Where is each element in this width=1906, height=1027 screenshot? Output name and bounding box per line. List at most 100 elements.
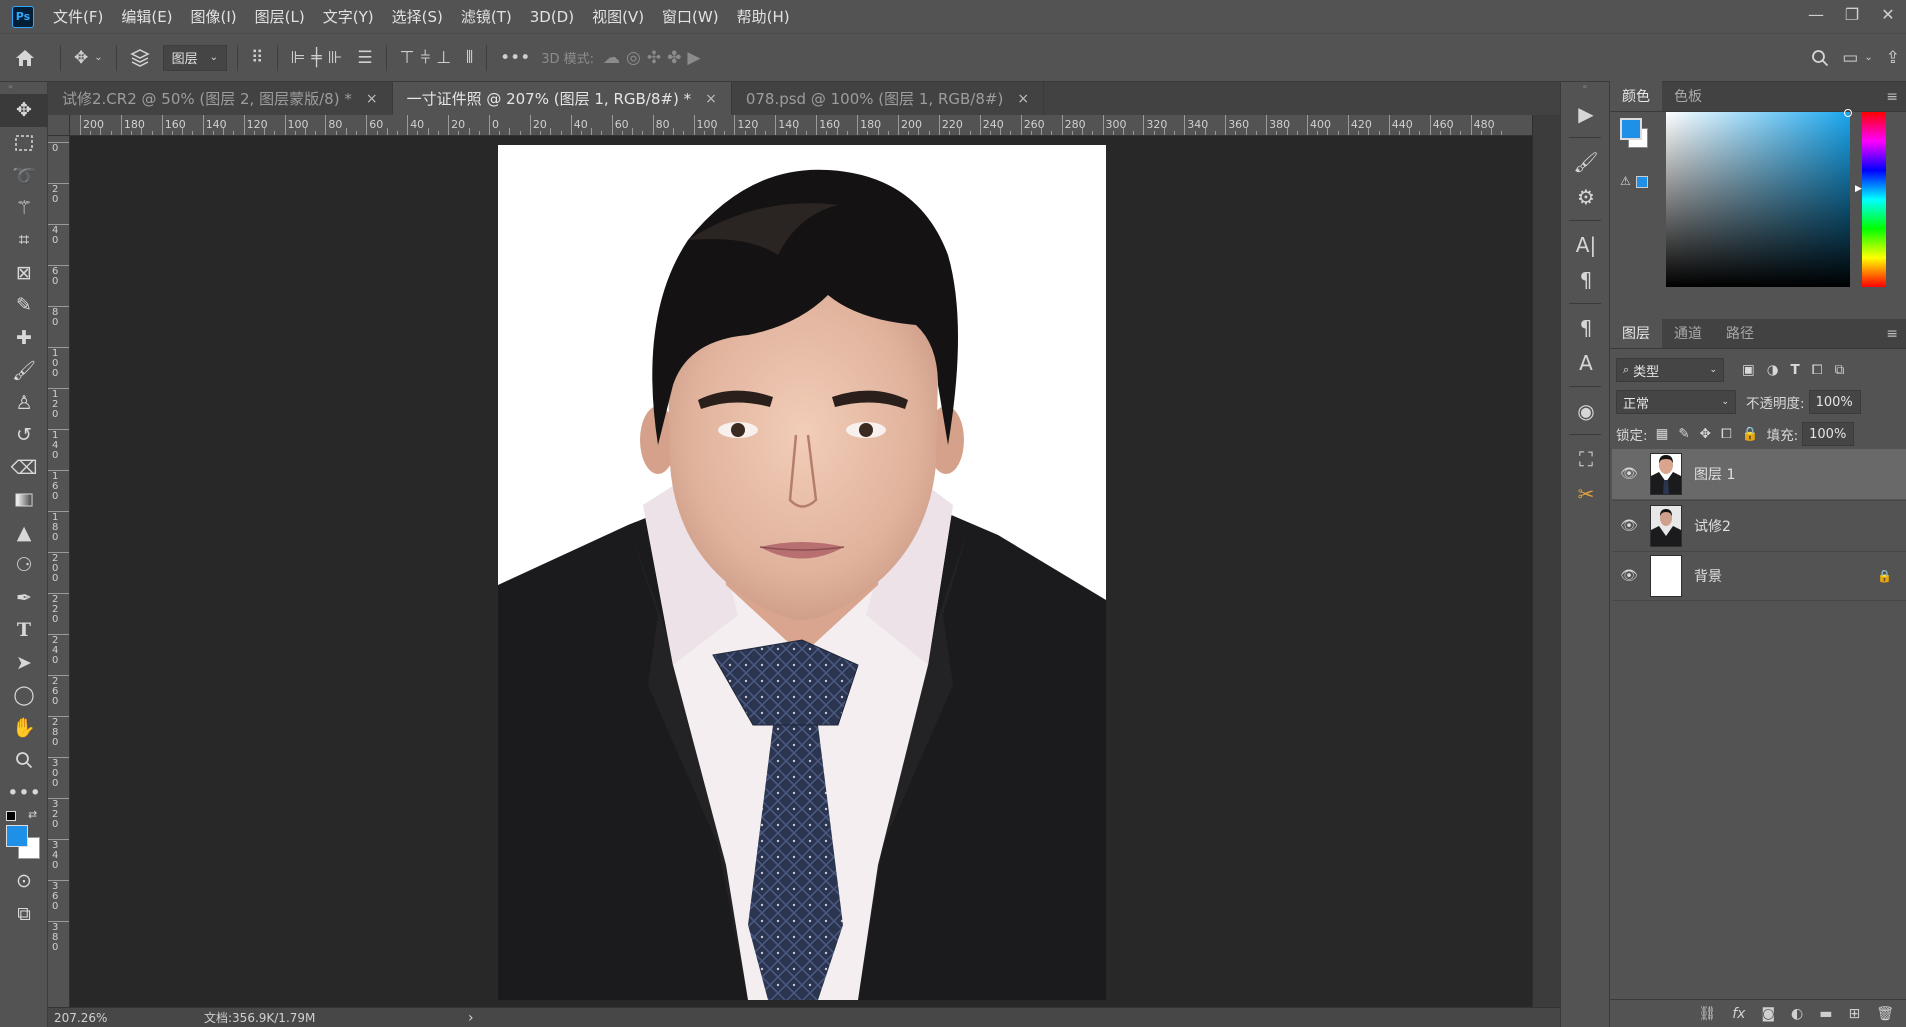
- vertical-scrollbar[interactable]: [1532, 115, 1560, 1027]
- layer-style-fx-icon[interactable]: fx: [1732, 1006, 1745, 1022]
- eraser-tool-icon[interactable]: ⌫: [0, 452, 48, 485]
- visibility-eye-icon[interactable]: 👁: [1612, 466, 1646, 482]
- brush-settings-icon[interactable]: 🖌: [1561, 144, 1611, 179]
- filter-type-icon[interactable]: T: [1791, 362, 1800, 378]
- align-left-icon[interactable]: ⊫: [291, 42, 306, 74]
- collapse-toolbox-icon[interactable]: »: [0, 82, 47, 94]
- layer-row-layer1[interactable]: 👁 图层 1: [1612, 449, 1906, 499]
- screen-mode-icon[interactable]: ⧉: [0, 898, 48, 931]
- gamut-warning-icon[interactable]: ⚠: [1620, 174, 1631, 188]
- visibility-eye-icon[interactable]: 👁: [1612, 518, 1646, 534]
- close-tab-icon[interactable]: ×: [366, 91, 378, 107]
- tab-color[interactable]: 颜色: [1610, 81, 1662, 111]
- visibility-eye-icon[interactable]: 👁: [1612, 568, 1646, 584]
- path-selection-tool-icon[interactable]: ➤: [0, 647, 48, 680]
- blend-mode-dropdown[interactable]: 正常 ⌄: [1616, 390, 1736, 414]
- panel-menu-icon[interactable]: ≡: [1886, 89, 1898, 105]
- color-picker-field[interactable]: [1666, 112, 1850, 287]
- horizontal-ruler[interactable]: 200 180 160 140 120 100 80 60 40 20 0 20 40 60 80 100 12…: [70, 115, 1532, 136]
- filter-shape-icon[interactable]: ⧠: [1812, 362, 1823, 378]
- frame-tool-icon[interactable]: ⊠: [0, 257, 48, 290]
- gradient-tool-icon[interactable]: [0, 484, 48, 517]
- align-top-icon[interactable]: ⊤: [400, 42, 415, 74]
- eyedropper-tool-icon[interactable]: ✎: [0, 289, 48, 322]
- auto-select-target-dropdown[interactable]: 图层 ⌄: [162, 44, 228, 71]
- crop-tool-icon[interactable]: ⌗: [0, 224, 48, 257]
- pen-tool-icon[interactable]: ✒: [0, 582, 48, 615]
- fill-field[interactable]: 100%: [1802, 422, 1855, 446]
- dodge-tool-icon[interactable]: ⚆: [0, 549, 48, 582]
- quick-mask-icon[interactable]: ⊙: [0, 865, 48, 898]
- transform-controls-icon[interactable]: ⠿: [251, 42, 263, 74]
- paragraph-icon[interactable]: ¶: [1561, 262, 1611, 297]
- 3d-slide-icon[interactable]: ✤: [667, 42, 681, 74]
- actions-play-icon[interactable]: ▶: [1561, 96, 1611, 131]
- collapse-strip-icon[interactable]: «: [1561, 82, 1609, 96]
- opacity-field[interactable]: 100%: [1808, 390, 1861, 414]
- swap-colors-icon[interactable]: ⇄: [28, 808, 37, 821]
- clone-stamp-tool-icon[interactable]: ♙: [0, 387, 48, 420]
- search-icon[interactable]: [1811, 42, 1829, 74]
- vertical-ruler[interactable]: 0 2 0 4 0 6 0 8 0 1 0 0 1 2 0 1 4 0 1 6 0 1 8 0 2 …: [48, 136, 70, 1007]
- close-tab-icon[interactable]: ×: [1017, 91, 1029, 107]
- tab-layers[interactable]: 图层: [1610, 318, 1662, 348]
- layer-filter-dropdown[interactable]: ⌕ 类型 ⌄: [1616, 358, 1724, 382]
- minimize-icon[interactable]: —: [1798, 0, 1834, 28]
- filter-pixel-icon[interactable]: ▣: [1742, 362, 1755, 378]
- menu-type[interactable]: 文字(Y): [314, 6, 383, 27]
- type-tool-icon[interactable]: T: [0, 614, 48, 647]
- workspace-icon[interactable]: ▭ ⌄: [1842, 42, 1872, 74]
- home-icon[interactable]: [3, 42, 47, 74]
- new-adjustment-layer-icon[interactable]: ◐: [1791, 1006, 1803, 1022]
- ellipse-tool-icon[interactable]: ◯: [0, 679, 48, 712]
- 3d-roll-icon[interactable]: ◎: [626, 42, 641, 74]
- delete-layer-icon[interactable]: 🗑: [1876, 1006, 1894, 1022]
- distribute-horizontal-icon[interactable]: ⫴: [466, 42, 473, 74]
- close-tab-icon[interactable]: ×: [705, 91, 717, 107]
- lock-artboard-icon[interactable]: ⧠: [1721, 426, 1732, 442]
- magic-wand-tool-icon[interactable]: ⚚: [0, 192, 48, 225]
- menu-select[interactable]: 选择(S): [383, 6, 452, 27]
- web-safe-swatch[interactable]: [1636, 176, 1648, 188]
- menu-image[interactable]: 图像(I): [182, 6, 246, 27]
- history-brush-tool-icon[interactable]: ↺: [0, 419, 48, 452]
- auto-select-icon[interactable]: [129, 42, 150, 74]
- paragraph-styles-icon[interactable]: ¶: [1561, 310, 1611, 345]
- lock-transparency-icon[interactable]: ▦: [1656, 426, 1669, 442]
- align-hcenter-icon[interactable]: ╪: [311, 42, 321, 74]
- menu-window[interactable]: 窗口(W): [653, 6, 728, 27]
- tab-document-2[interactable]: 一寸证件照 @ 207% (图层 1, RGB/8#) * ×: [392, 82, 732, 115]
- move-tool-preset-icon[interactable]: ✥ ⌄: [74, 42, 103, 74]
- zoom-tool-icon[interactable]: [0, 744, 48, 777]
- layer-row-background[interactable]: 👁 背景 🔒: [1612, 551, 1906, 601]
- default-colors-icon[interactable]: [6, 811, 16, 821]
- tab-swatches[interactable]: 色板: [1662, 81, 1714, 111]
- lock-pixels-icon[interactable]: ✎: [1678, 426, 1689, 442]
- add-mask-icon[interactable]: ◙: [1761, 1006, 1775, 1022]
- menu-3d[interactable]: 3D(D): [521, 8, 583, 26]
- blur-tool-icon[interactable]: ▲: [0, 517, 48, 550]
- lock-all-icon[interactable]: 🔒: [1742, 426, 1759, 442]
- panel-menu-icon[interactable]: ≡: [1886, 326, 1898, 342]
- link-layers-icon[interactable]: ⛓: [1698, 1006, 1716, 1022]
- close-icon[interactable]: ✕: [1870, 0, 1906, 28]
- character-styles-icon[interactable]: A: [1561, 345, 1611, 380]
- zoom-level[interactable]: 207.26%: [48, 1011, 148, 1025]
- lasso-tool-icon[interactable]: ➰: [0, 159, 48, 192]
- tab-document-3[interactable]: 078.psd @ 100% (图层 1, RGB/8#) ×: [731, 82, 1045, 115]
- marquee-tool-icon[interactable]: [0, 127, 48, 160]
- menu-edit[interactable]: 编辑(E): [112, 6, 181, 27]
- canvas-area[interactable]: [70, 136, 1532, 1007]
- layer-row-shixiu2[interactable]: 👁 试修2: [1612, 500, 1906, 550]
- align-right-icon[interactable]: ⊪: [328, 42, 343, 74]
- foreground-color-swatch[interactable]: [6, 825, 28, 847]
- ruler-origin[interactable]: [48, 115, 70, 136]
- align-vcenter-icon[interactable]: ⫩: [420, 42, 430, 74]
- healing-brush-tool-icon[interactable]: ✚: [0, 322, 48, 355]
- document-canvas[interactable]: [498, 145, 1106, 1000]
- distribute-vertical-icon[interactable]: ☰: [357, 42, 372, 74]
- align-bottom-icon[interactable]: ⊥: [436, 42, 451, 74]
- hand-tool-icon[interactable]: ✋: [0, 712, 48, 745]
- 3d-scale-icon[interactable]: ▶: [687, 42, 700, 74]
- brush-tool-icon[interactable]: 🖌: [0, 354, 48, 387]
